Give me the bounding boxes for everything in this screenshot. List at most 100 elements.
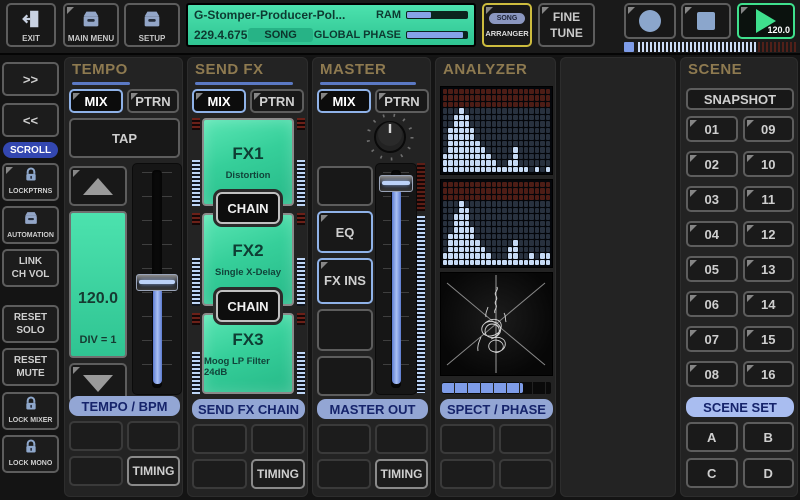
master-tab-mix[interactable]: MIX xyxy=(317,89,371,113)
scroll-forward-button[interactable]: >> xyxy=(2,62,59,96)
master-grid-button[interactable] xyxy=(317,459,371,489)
lock-patterns-button[interactable]: LOCKPTRNS xyxy=(2,163,59,201)
exit-button[interactable]: EXIT xyxy=(6,3,56,47)
scene-slot-08[interactable]: 08 xyxy=(686,361,738,387)
scene-slot-13[interactable]: 13 xyxy=(743,256,795,282)
spectrum-cell xyxy=(502,160,506,165)
spectrum-cell xyxy=(481,115,485,120)
tempo-tab-ptrn[interactable]: PTRN xyxy=(127,89,179,113)
master-eq-button[interactable]: EQ xyxy=(317,211,373,253)
lcd-display[interactable]: G-Stomper-Producer-Pol... RAM 229.4.675 … xyxy=(186,3,476,47)
scene-set-D[interactable]: D xyxy=(743,458,795,488)
analyzer-grid-button[interactable] xyxy=(499,459,553,489)
scene-slot-02[interactable]: 02 xyxy=(686,151,738,177)
tempo-grid-button[interactable] xyxy=(127,421,180,451)
scene-set-C[interactable]: C xyxy=(686,458,738,488)
analyzer-footer-label[interactable]: SPECT / PHASE xyxy=(440,399,553,419)
reset-solo-button[interactable]: RESET SOLO xyxy=(2,305,59,343)
tempo-fader[interactable] xyxy=(132,163,182,395)
master-grid-button[interactable] xyxy=(317,424,371,454)
spectrum-cell xyxy=(529,208,533,213)
scene-slot-04[interactable]: 04 xyxy=(686,221,738,247)
master-fx-ins-button[interactable]: FX INS xyxy=(317,258,373,304)
spectrum-cell xyxy=(535,208,539,213)
song-position-bar[interactable] xyxy=(638,42,796,52)
mix-tab-label: MIX xyxy=(207,94,230,109)
fader-handle[interactable] xyxy=(379,175,413,192)
scene-slot-01[interactable]: 01 xyxy=(686,116,738,142)
scene-slot-11[interactable]: 11 xyxy=(743,186,795,212)
spectrum-cell xyxy=(524,141,528,146)
fx3-pad[interactable]: FX3 Moog LP Filter 24dB xyxy=(202,313,294,394)
scene-slot-07[interactable]: 07 xyxy=(686,326,738,352)
tempo-grid-button[interactable] xyxy=(69,421,123,451)
sendfx-footer-label[interactable]: SEND FX CHAIN xyxy=(192,399,305,419)
scene-set-A[interactable]: A xyxy=(686,422,738,452)
automation-button[interactable]: AUTOMATION xyxy=(2,206,59,244)
tempo-up-button[interactable] xyxy=(69,166,127,206)
lock-mono-button[interactable]: LOCK MONO xyxy=(2,435,59,473)
scene-slot-09[interactable]: 09 xyxy=(743,116,795,142)
master-timing-button[interactable]: TIMING xyxy=(375,459,428,489)
stop-button[interactable] xyxy=(681,3,731,39)
play-button[interactable]: 120.0 xyxy=(737,3,795,39)
scene-slot-16[interactable]: 16 xyxy=(743,361,795,387)
setup-button[interactable]: SETUP xyxy=(124,3,180,47)
spectrum-cell xyxy=(513,154,517,159)
scene-slot-10[interactable]: 10 xyxy=(743,151,795,177)
sendfx-tab-mix[interactable]: MIX xyxy=(192,89,246,113)
spectrum-cell xyxy=(448,188,452,193)
song-arranger-toggle[interactable]: SONG ARRANGER xyxy=(482,3,532,47)
spectrum-cell xyxy=(475,154,479,159)
spectrum-cell xyxy=(546,134,550,139)
analyzer-grid-button[interactable] xyxy=(440,424,495,454)
scroll-back-button[interactable]: << xyxy=(2,103,59,137)
scene-slot-05[interactable]: 05 xyxy=(686,256,738,282)
sendfx-grid-button[interactable] xyxy=(251,424,305,454)
tempo-grid-button[interactable] xyxy=(69,456,123,486)
link-ch-vol-button[interactable]: LINK CH VOL xyxy=(2,249,59,287)
fx-chain-button-1[interactable]: CHAIN xyxy=(216,192,280,224)
fine-tune-button[interactable]: FINE TUNE xyxy=(538,3,595,47)
master-grid-button[interactable] xyxy=(375,424,428,454)
spectrum-cell xyxy=(508,128,512,133)
master-empty-button[interactable] xyxy=(317,356,373,396)
scene-set-label[interactable]: SCENE SET xyxy=(686,397,794,417)
scroll-mode-badge[interactable]: SCROLL xyxy=(3,142,58,158)
tempo-footer-label[interactable]: TEMPO / BPM xyxy=(69,396,180,416)
tap-tempo-button[interactable]: TAP xyxy=(69,118,180,158)
scene-set-B[interactable]: B xyxy=(743,422,795,452)
master-tab-ptrn[interactable]: PTRN xyxy=(375,89,429,113)
snapshot-button[interactable]: SNAPSHOT xyxy=(686,88,794,110)
sendfx-grid-button[interactable] xyxy=(192,459,247,489)
tempo-timing-button[interactable]: TIMING xyxy=(127,456,180,486)
analyzer-grid-button[interactable] xyxy=(440,459,495,489)
scene-slot-15[interactable]: 15 xyxy=(743,326,795,352)
fx-chain-button-2[interactable]: CHAIN xyxy=(216,290,280,322)
scene-slot-14[interactable]: 14 xyxy=(743,291,795,317)
master-footer-label[interactable]: MASTER OUT xyxy=(317,399,428,419)
record-button[interactable] xyxy=(624,3,676,39)
reset-mute-button[interactable]: RESET MUTE xyxy=(2,348,59,386)
fader-handle[interactable] xyxy=(136,274,178,291)
timing-label: TIMING xyxy=(381,467,423,481)
spectrum-cell xyxy=(481,95,485,100)
drawer-icon xyxy=(140,8,164,32)
spectrum-cell xyxy=(508,253,512,258)
master-empty-button[interactable] xyxy=(317,309,373,351)
scene-slot-12[interactable]: 12 xyxy=(743,221,795,247)
analyzer-grid-button[interactable] xyxy=(499,424,553,454)
master-fader[interactable] xyxy=(375,163,417,395)
master-empty-button[interactable] xyxy=(317,166,373,206)
lock-mixer-button[interactable]: LOCK MIXER xyxy=(2,392,59,430)
sendfx-timing-button[interactable]: TIMING xyxy=(251,459,305,489)
scene-slot-06[interactable]: 06 xyxy=(686,291,738,317)
master-pan-knob[interactable] xyxy=(365,112,415,162)
lcd-song-button[interactable]: SONG xyxy=(248,28,312,42)
sendfx-grid-button[interactable] xyxy=(192,424,247,454)
main-menu-button[interactable]: MAIN MENU xyxy=(63,3,119,47)
spectrum-cell xyxy=(546,188,550,193)
sendfx-tab-ptrn[interactable]: PTRN xyxy=(250,89,304,113)
scene-slot-03[interactable]: 03 xyxy=(686,186,738,212)
tempo-tab-mix[interactable]: MIX xyxy=(69,89,123,113)
